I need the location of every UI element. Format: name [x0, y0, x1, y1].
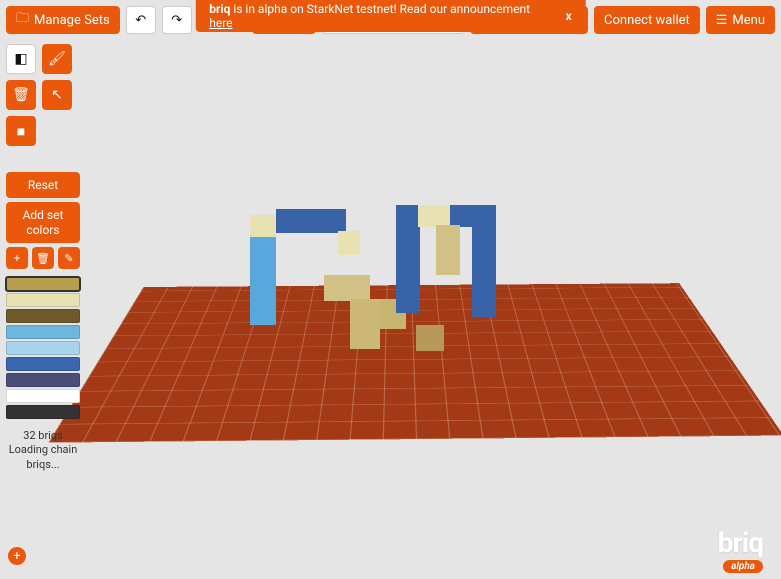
color-swatch-2[interactable]	[6, 309, 80, 323]
color-swatch-4[interactable]	[6, 341, 80, 355]
left-panel: ◧ 🖌 🗑 ↖ ■ Reset Add set colors + 🗑 ✎ 32 …	[6, 44, 80, 472]
viewport-canvas[interactable]	[0, 0, 781, 579]
undo-button[interactable]: ↶	[126, 6, 156, 34]
loading-text: Loading chain briqs...	[6, 443, 80, 472]
menu-button[interactable]: ☰ Menu	[706, 6, 775, 34]
add-set-colors-button[interactable]: Add set colors	[6, 202, 80, 243]
camera-tool-button[interactable]: ■	[6, 116, 36, 146]
connect-wallet-label: Connect wallet	[604, 13, 690, 28]
menu-label: Menu	[732, 13, 765, 28]
brand-logo: briq	[718, 526, 763, 559]
edit-color-button[interactable]: ✎	[58, 247, 80, 269]
color-swatch-1[interactable]	[6, 293, 80, 307]
fab-add-button[interactable]: +	[8, 547, 26, 565]
color-palette	[6, 277, 80, 419]
color-swatch-0[interactable]	[6, 277, 80, 291]
color-swatch-6[interactable]	[6, 373, 80, 387]
delete-color-button[interactable]: 🗑	[32, 247, 54, 269]
trash-icon: 🗑	[12, 87, 30, 103]
banner-close[interactable]: x	[566, 9, 572, 23]
reset-button[interactable]: Reset	[6, 172, 80, 198]
paint-tool-button[interactable]: 🖌	[42, 44, 72, 74]
folder-icon: 🗀	[16, 9, 29, 31]
banner-text: is in alpha on StarkNet testnet! Read ou…	[230, 2, 530, 16]
camera-icon: ■	[17, 123, 25, 140]
color-swatch-3[interactable]	[6, 325, 80, 339]
select-tool-button[interactable]: ↖	[42, 80, 72, 110]
banner-link[interactable]: here	[209, 16, 232, 30]
erase-tool-button[interactable]: 🗑	[6, 80, 36, 110]
redo-button[interactable]: ↷	[162, 6, 192, 34]
alpha-badge: alpha	[723, 560, 763, 573]
redo-icon: ↷	[171, 13, 182, 28]
hamburger-icon: ☰	[716, 13, 728, 28]
alpha-banner: briq is in alpha on StarkNet testnet! Re…	[195, 0, 586, 32]
cube-icon: ◧	[14, 51, 27, 67]
color-swatch-5[interactable]	[6, 357, 80, 371]
add-color-button[interactable]: +	[6, 247, 28, 269]
connect-wallet-button[interactable]: Connect wallet	[594, 6, 700, 34]
pointer-icon: ↖	[51, 87, 63, 103]
briq-count: 32 briqs	[6, 429, 80, 443]
status-text: 32 briqs Loading chain briqs...	[6, 429, 80, 472]
manage-sets-label: Manage Sets	[34, 13, 110, 28]
manage-sets-button[interactable]: 🗀 Manage Sets	[6, 6, 120, 34]
color-swatch-8[interactable]	[6, 405, 80, 419]
undo-icon: ↶	[135, 13, 146, 28]
color-swatch-7[interactable]	[6, 389, 80, 403]
banner-brand: briq	[209, 2, 230, 16]
paint-icon: 🖌	[48, 51, 66, 67]
place-tool-button[interactable]: ◧	[6, 44, 36, 74]
voxel-model[interactable]	[250, 195, 540, 365]
